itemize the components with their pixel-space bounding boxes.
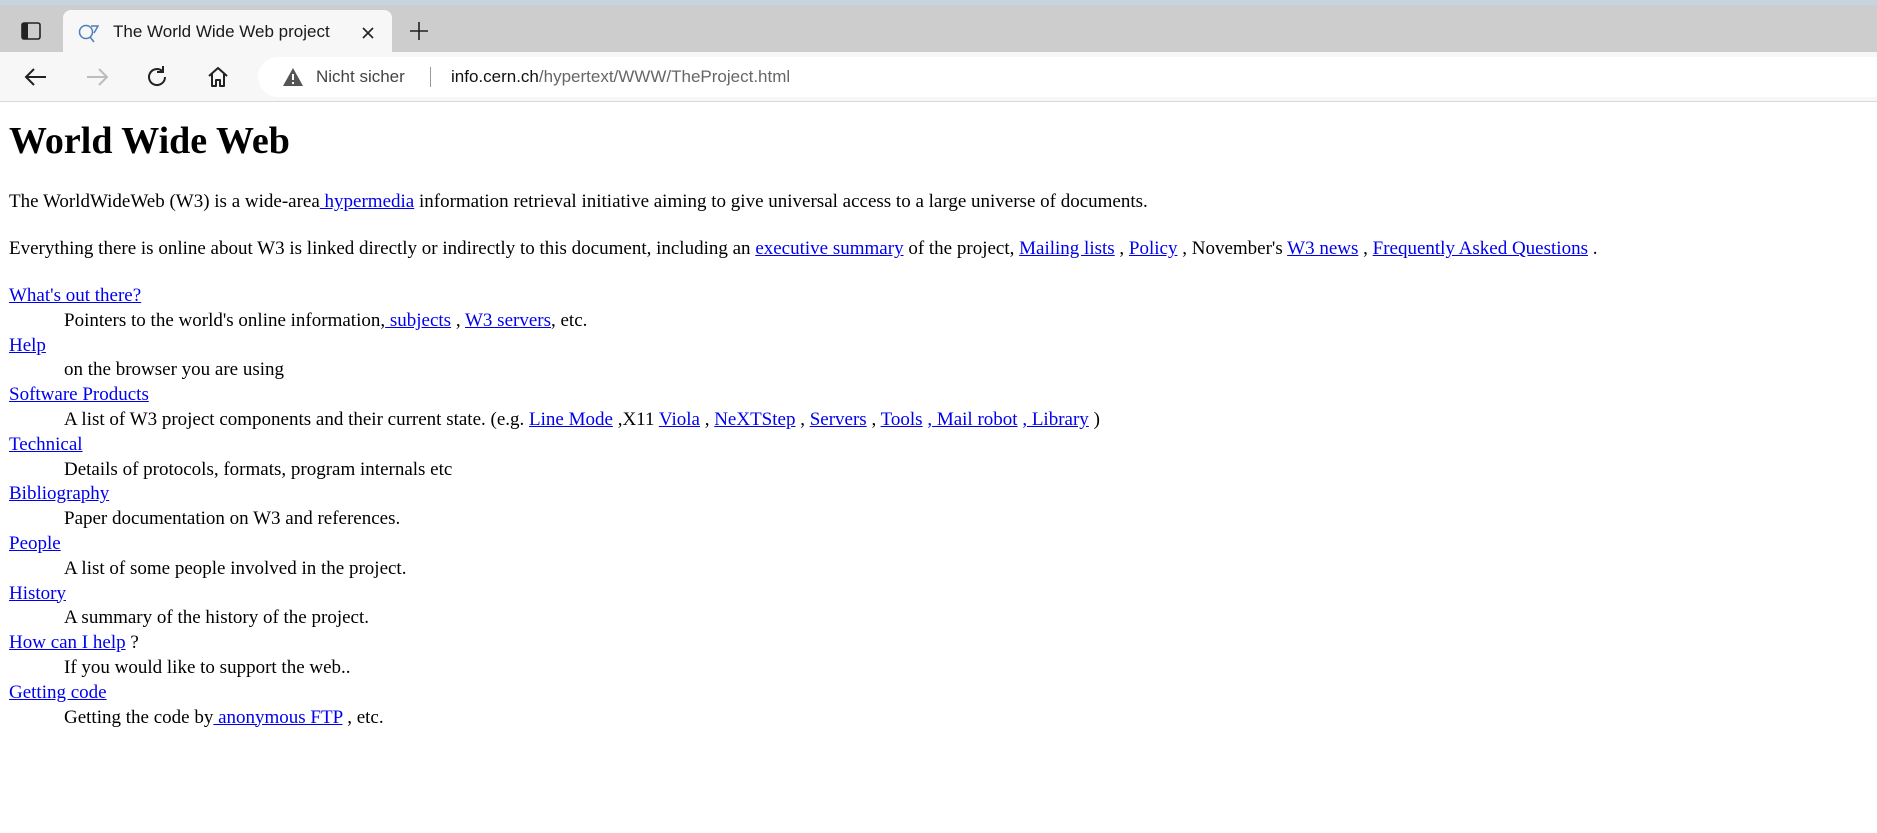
address-separator [430, 67, 431, 87]
page-content: World Wide Web The WorldWideWeb (W3) is … [9, 103, 1869, 730]
subjects-link[interactable]: subjects [385, 310, 451, 331]
desc-text: , [866, 408, 881, 430]
list-item: Help [9, 334, 1869, 359]
intro-text: The WorldWideWeb (W3) is a wide-area [9, 191, 320, 212]
list-item: Bibliography [9, 482, 1869, 507]
desc-text: , [451, 309, 465, 331]
browser-toolbar: Nicht sicher info.cern.ch/hypertext/WWW/… [0, 52, 1877, 102]
list-item-desc: Getting the code by anonymous FTP , etc. [64, 706, 1869, 731]
viola-link[interactable]: Viola [659, 409, 700, 430]
how-can-i-help-link[interactable]: How can I help [9, 632, 126, 653]
hypermedia-link[interactable]: hypermedia [320, 191, 415, 212]
title-suffix: ? [125, 632, 139, 654]
list-item-desc: on the browser you are using [64, 359, 285, 381]
whats-out-there-link[interactable]: What's out there? [9, 285, 141, 306]
forward-arrow-icon[interactable] [81, 61, 113, 93]
summary-text: of the project, [903, 238, 1020, 259]
help-link[interactable]: Help [9, 335, 46, 356]
warning-icon[interactable] [282, 67, 304, 87]
intro-text-end: information retrieval initiative aiming … [414, 191, 1148, 212]
list-item: Software Products [9, 383, 1869, 408]
summary-text: . [1587, 238, 1598, 259]
list-item-desc: Paper documentation on W3 and references… [64, 508, 401, 530]
address-bar[interactable]: Nicht sicher info.cern.ch/hypertext/WWW/… [258, 57, 1877, 97]
intro-paragraph: The WorldWideWeb (W3) is a wide-area hyp… [9, 190, 1869, 214]
desc-text: , [795, 408, 810, 430]
list-item: Technical [9, 433, 1869, 458]
summary-text: , [1114, 238, 1129, 259]
desc-text: ) [1088, 408, 1100, 430]
w3-servers-link[interactable]: W3 servers [465, 310, 551, 331]
list-item: Getting code [9, 681, 1869, 706]
list-item: What's out there? [9, 284, 1869, 309]
technical-link[interactable]: Technical [9, 434, 83, 455]
desc-text: , [699, 408, 715, 430]
desc-text: , etc. [551, 309, 588, 331]
tools-link[interactable]: Tools [881, 409, 923, 430]
tab-active[interactable]: The World Wide Web project [63, 10, 392, 57]
people-link[interactable]: People [9, 533, 61, 554]
list-item: People [9, 532, 1869, 557]
tab-actions-icon[interactable] [14, 16, 48, 46]
summary-paragraph: Everything there is online about W3 is l… [9, 237, 1869, 261]
list-item-desc: Details of protocols, formats, program i… [64, 458, 453, 480]
page-title: World Wide Web [9, 120, 290, 162]
tab-title: The World Wide Web project [113, 22, 330, 41]
w3-news-link[interactable]: W3 news [1287, 238, 1358, 259]
desc-text: ,X11 [612, 408, 659, 430]
close-icon[interactable] [356, 21, 380, 45]
software-products-link[interactable]: Software Products [9, 384, 149, 405]
list-item: History [9, 582, 1869, 607]
desc-text: A list of W3 project components and thei… [64, 408, 530, 430]
list-item-desc: Pointers to the world's online informati… [64, 309, 1869, 334]
browser-titlebar: The World Wide Web project [0, 0, 1877, 57]
list-item-desc: A list of some people involved in the pr… [64, 557, 407, 579]
desc-text: Getting the code by [64, 706, 214, 728]
topic-list: What's out there? Pointers to the world'… [9, 284, 1869, 730]
url-host: info.cern.ch [451, 67, 539, 86]
summary-text: Everything there is online about W3 is l… [9, 238, 756, 259]
new-tab-icon[interactable] [404, 16, 434, 46]
refresh-icon[interactable] [141, 61, 173, 93]
getting-code-link[interactable]: Getting code [9, 682, 107, 703]
mail-robot-link[interactable]: , Mail robot [927, 409, 1017, 430]
executive-summary-link[interactable]: executive summary [755, 238, 903, 259]
list-item-desc: If you would like to support the web.. [64, 656, 351, 678]
desc-text: , etc. [342, 706, 384, 728]
list-item: How can I help ? [9, 631, 1869, 656]
url-text[interactable]: info.cern.ch/hypertext/WWW/TheProject.ht… [451, 67, 790, 87]
cern-favicon-icon [77, 22, 100, 44]
desc-text: Pointers to the world's online informati… [64, 309, 386, 331]
list-item-desc: A list of W3 project components and thei… [64, 408, 1869, 433]
bibliography-link[interactable]: Bibliography [9, 483, 109, 504]
summary-text: , November's [1177, 238, 1288, 259]
line-mode-link[interactable]: Line Mode [529, 409, 613, 430]
summary-text: , [1358, 238, 1373, 259]
anonymous-ftp-link[interactable]: anonymous FTP [213, 707, 342, 728]
servers-link[interactable]: Servers [810, 409, 867, 430]
list-item-desc: A summary of the history of the project. [64, 607, 369, 629]
mailing-lists-link[interactable]: Mailing lists [1019, 238, 1115, 259]
home-icon[interactable] [202, 61, 234, 93]
history-link[interactable]: History [9, 583, 66, 604]
back-arrow-icon[interactable] [20, 61, 52, 93]
not-secure-label[interactable]: Nicht sicher [316, 67, 405, 87]
nextstep-link[interactable]: NeXTStep [714, 409, 795, 430]
faq-link[interactable]: Frequently Asked Questions [1373, 238, 1588, 259]
policy-link[interactable]: Policy [1129, 238, 1178, 259]
library-link[interactable]: , Library [1022, 409, 1088, 430]
url-path: /hypertext/WWW/TheProject.html [538, 67, 791, 86]
